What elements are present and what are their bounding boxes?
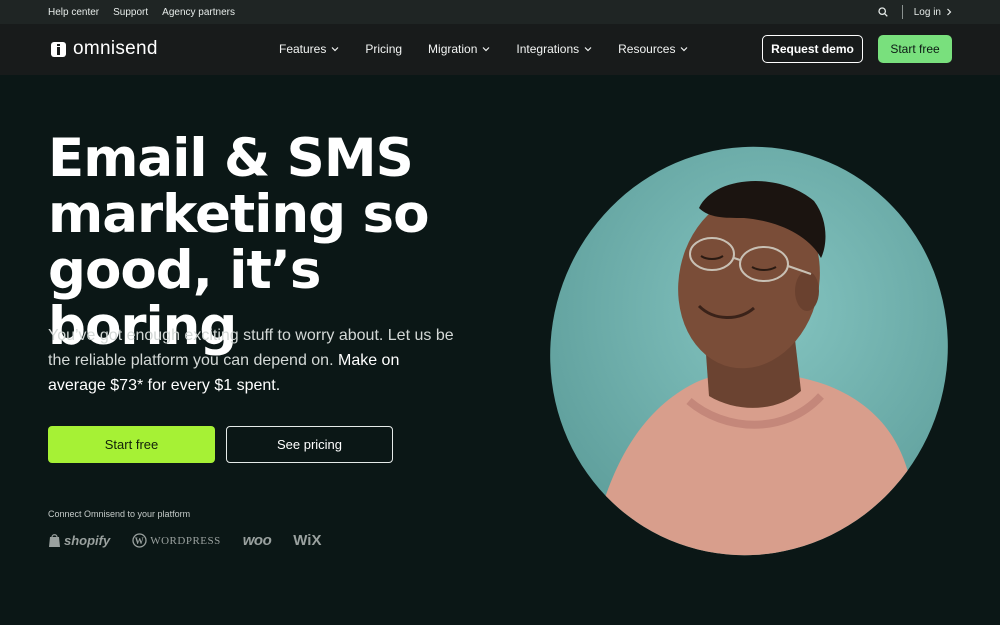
utility-divider [901, 5, 903, 19]
woo-logo[interactable]: woo [243, 532, 272, 549]
nav-item-label: Pricing [365, 42, 403, 56]
nav-item-label: Features [279, 42, 327, 56]
agency-partners-link[interactable]: Agency partners [162, 7, 235, 18]
shopify-label: shopify [64, 533, 111, 548]
nav-item-migration[interactable]: Migration [428, 42, 490, 56]
search-icon[interactable] [876, 5, 890, 19]
connect-platform-label: Connect Omnisend to your platform [48, 509, 191, 519]
help-center-link[interactable]: Help center [48, 7, 99, 18]
nav-item-resources[interactable]: Resources [618, 42, 688, 56]
nav-item-label: Resources [618, 42, 676, 56]
logo-text: omnisend [73, 38, 158, 59]
hero-subtitle: You’ve got enough exciting stuff to worr… [48, 323, 458, 398]
omnisend-logo-icon [51, 41, 66, 57]
login-link[interactable]: Log in [914, 7, 952, 18]
wordpress-logo[interactable]: W WordPress [132, 533, 221, 548]
nav-item-integrations[interactable]: Integrations [516, 42, 592, 56]
hero-person-photo [549, 146, 948, 556]
platform-logos: shopify W WordPress woo WiX [48, 532, 343, 549]
login-label: Log in [913, 6, 941, 18]
nav-start-free-button[interactable]: Start free [878, 35, 952, 63]
chevron-down-icon [482, 47, 490, 52]
utility-right: Log in [876, 5, 952, 19]
utility-bar: Help center Support Agency partners Log … [0, 0, 1000, 24]
wordpress-label: WordPress [150, 534, 221, 547]
chevron-down-icon [331, 47, 339, 52]
nav-item-features[interactable]: Features [279, 42, 339, 56]
support-link[interactable]: Support [113, 7, 148, 18]
chevron-down-icon [681, 47, 688, 52]
nav-item-label: Migration [428, 42, 478, 56]
hero-title: Email & SMS marketing so good, it’s bori… [48, 131, 518, 355]
shopify-logo[interactable]: shopify [48, 533, 110, 548]
chevron-right-icon [947, 8, 952, 16]
see-pricing-button[interactable]: See pricing [226, 426, 393, 463]
svg-text:W: W [135, 536, 145, 546]
wix-label: WiX [293, 532, 322, 549]
nav-item-label: Integrations [516, 42, 580, 56]
hero-title-line: marketing so [48, 184, 429, 245]
utility-links: Help center Support Agency partners [48, 7, 235, 18]
nav-item-pricing[interactable]: Pricing [365, 42, 402, 56]
request-demo-button[interactable]: Request demo [762, 35, 863, 63]
hero-title-line: Email & SMS [48, 128, 414, 189]
wordpress-icon: W [132, 533, 147, 548]
omnisend-logo[interactable]: omnisend [51, 38, 158, 60]
wix-logo[interactable]: WiX [293, 532, 321, 549]
nav-menu: Features Pricing Migration Integrations … [279, 42, 714, 56]
hero-start-free-button[interactable]: Start free [48, 426, 215, 463]
woo-label: woo [242, 532, 272, 549]
shopify-bag-icon [49, 534, 60, 547]
main-navbar: omnisend Features Pricing Migration Inte… [0, 24, 1000, 75]
chevron-down-icon [584, 47, 592, 52]
